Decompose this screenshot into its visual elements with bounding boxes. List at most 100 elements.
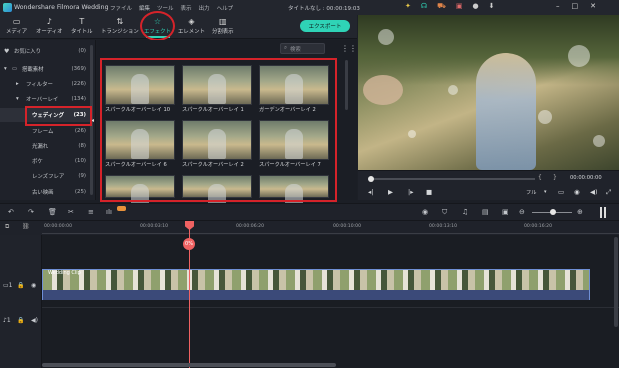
- play-icon[interactable]: ▶: [388, 188, 393, 196]
- add-track-icon[interactable]: ⧉: [5, 223, 9, 231]
- headset-icon[interactable]: ☊: [421, 2, 427, 11]
- zoom-in-icon[interactable]: ⊕: [577, 208, 583, 216]
- menu-file[interactable]: ファイル: [110, 4, 132, 12]
- ruler-tick: 00:00:16:20: [524, 224, 553, 229]
- tab-transition-label: トランジション: [101, 29, 139, 35]
- tab-transition[interactable]: ⇅ トランジション: [101, 17, 139, 35]
- render-icon[interactable]: ◉: [422, 208, 428, 216]
- grid-view-icon[interactable]: ⋮⋮: [341, 44, 357, 53]
- microphone-icon[interactable]: ♫: [462, 208, 468, 216]
- preview-seekbar[interactable]: [368, 176, 535, 182]
- snapshot-icon[interactable]: ▣: [502, 208, 509, 216]
- browser-scrollbar[interactable]: [345, 60, 348, 110]
- video-preview[interactable]: [358, 15, 619, 170]
- delete-icon[interactable]: 🗑: [48, 208, 57, 216]
- subtitle-icon[interactable]: ▤: [482, 208, 489, 216]
- search-input[interactable]: ⌕ 検索: [280, 43, 325, 54]
- maximize-icon[interactable]: □: [572, 2, 579, 10]
- sidebar-item-count: (369): [71, 66, 87, 72]
- menu-export[interactable]: 出力: [199, 4, 210, 12]
- sidebar-item-bokeh[interactable]: ボケ (10): [0, 154, 90, 168]
- timeline-horizontal-scrollbar[interactable]: [42, 363, 336, 367]
- title-bar: Wondershare Filmora Wedding ファイル 編集 ツール …: [0, 0, 619, 15]
- redo-icon[interactable]: ↷: [28, 208, 34, 216]
- eye-icon[interactable]: ◉: [31, 282, 36, 289]
- step-back-icon[interactable]: ◂|: [368, 188, 373, 196]
- ruler-tick: 00:00:13:10: [429, 224, 458, 229]
- sidebar-item-frame[interactable]: フレーム (26): [0, 124, 90, 138]
- sidebar-item-overlay[interactable]: ▾ オーバーレイ (134): [0, 92, 90, 106]
- title-t-icon: T: [79, 17, 85, 26]
- minimize-icon[interactable]: –: [556, 2, 560, 10]
- audio-track-icon: ♪1: [3, 317, 11, 324]
- sidebar-item-filter[interactable]: ▸ フィルター (226): [0, 77, 90, 91]
- stop-icon[interactable]: ■: [426, 188, 432, 196]
- search-icon: ⌕: [284, 45, 288, 51]
- menu-bar: ファイル 編集 ツール 表示 出力 ヘルプ: [110, 4, 233, 12]
- cart-icon[interactable]: ⛟: [437, 2, 446, 11]
- track-divider: [42, 307, 619, 308]
- step-forward-icon[interactable]: |▸: [408, 188, 413, 196]
- app-name: Wondershare Filmora Wedding: [14, 4, 109, 11]
- light-bulb-icon[interactable]: ✦: [405, 2, 411, 11]
- tab-split-screen[interactable]: ▥ 分割表示: [212, 17, 234, 35]
- sidebar-item-count: (0): [78, 48, 86, 54]
- preview-bride: [476, 53, 536, 170]
- tab-elements[interactable]: ◈ エレメント: [178, 17, 205, 35]
- timeline-vertical-scrollbar[interactable]: [614, 237, 618, 327]
- zoom-slider-knob[interactable]: [550, 209, 556, 215]
- tab-media[interactable]: ▭ メディア: [6, 17, 27, 35]
- download-icon[interactable]: ⬇: [489, 2, 495, 11]
- mark-out-icon[interactable]: }: [553, 174, 557, 181]
- track-headers: ▭1 🔒 ◉ ♪1 🔒 ◀): [0, 235, 42, 368]
- seek-knob[interactable]: [368, 176, 374, 182]
- close-icon[interactable]: ✕: [590, 2, 596, 10]
- link-icon[interactable]: ⛓: [22, 223, 30, 230]
- highlight-box-wedding: [25, 106, 92, 126]
- gift-icon[interactable]: ▣: [456, 2, 463, 11]
- video-clip-audio-strip[interactable]: [42, 290, 590, 300]
- timeline-ruler[interactable]: ⧉ ⛓ 00:00:00:00 00:00:03:10 00:00:06:20 …: [0, 221, 619, 235]
- sidebar-item-builtin[interactable]: ▾ ▭ 搭載素材 (369): [0, 62, 90, 76]
- chevron-down-icon: ▾: [16, 96, 19, 102]
- chevron-down-icon[interactable]: ▾: [544, 189, 547, 195]
- sidebar-item-old-film[interactable]: 古い映画 (25): [0, 185, 90, 199]
- sidebar-item-label: フィルター: [26, 82, 53, 88]
- export-button[interactable]: エクスポート: [300, 20, 350, 32]
- monitor-icon[interactable]: ▭: [558, 188, 564, 196]
- quality-select[interactable]: フル: [526, 189, 536, 196]
- sidebar-item-favorites[interactable]: ♥ お気に入り (0): [0, 44, 90, 58]
- bokeh-light: [538, 110, 552, 124]
- preview-controls: { } 00:00:00:00 ◂| ▶ |▸ ■ フル ▾ ▭ ◉ ◀) ⤢: [358, 170, 619, 200]
- lock-icon[interactable]: 🔒: [17, 317, 24, 324]
- shield-icon[interactable]: ⛉: [442, 208, 447, 217]
- speed-marker[interactable]: 0%: [183, 238, 195, 250]
- tab-audio[interactable]: ♪ オーディオ: [36, 17, 63, 35]
- camera-icon[interactable]: ◉: [574, 188, 580, 196]
- audio-wave-icon[interactable]: ıIı: [106, 208, 112, 216]
- mark-in-icon[interactable]: {: [538, 174, 542, 181]
- bokeh-light: [378, 29, 394, 45]
- sidebar-item-lens-flare[interactable]: レンズフレア (9): [0, 169, 90, 183]
- menu-edit[interactable]: 編集: [139, 4, 150, 12]
- user-avatar-icon[interactable]: ●: [473, 2, 479, 11]
- preview-timecode: 00:00:00:00: [570, 175, 602, 181]
- volume-icon[interactable]: ◀): [590, 188, 598, 196]
- zoom-out-icon[interactable]: ⊖: [519, 208, 525, 216]
- music-note-icon: ♪: [46, 17, 52, 26]
- sidebar-item-count: (134): [71, 96, 87, 102]
- tab-elements-label: エレメント: [178, 29, 205, 35]
- lock-icon[interactable]: 🔒: [17, 282, 24, 289]
- undo-icon[interactable]: ↶: [8, 208, 14, 216]
- speaker-icon[interactable]: ◀): [31, 317, 38, 324]
- menu-help[interactable]: ヘルプ: [217, 4, 234, 12]
- folder-icon: ▭: [12, 17, 21, 26]
- cut-icon[interactable]: ✂: [68, 208, 74, 216]
- menu-view[interactable]: 表示: [181, 4, 192, 12]
- fullscreen-icon[interactable]: ⤢: [606, 188, 611, 197]
- tab-title[interactable]: T タイトル: [71, 17, 93, 35]
- adjust-icon[interactable]: ≡: [88, 208, 94, 216]
- pause-panel-icon[interactable]: [600, 207, 606, 218]
- chevron-right-icon: ▸: [16, 81, 19, 87]
- sidebar-item-light-leak[interactable]: 光漏れ (8): [0, 139, 90, 153]
